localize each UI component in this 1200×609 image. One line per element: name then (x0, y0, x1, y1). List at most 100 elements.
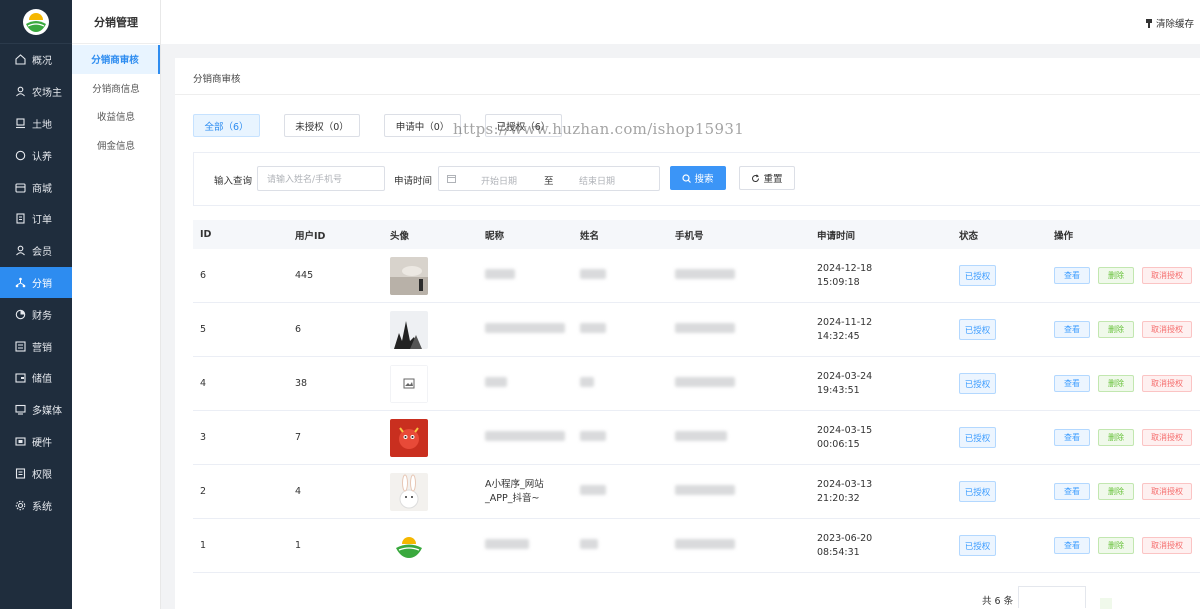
sidebar-item-marketing[interactable]: 营销 (0, 330, 72, 362)
cell-apply-time: 2023-06-20 08:54:31 (810, 532, 952, 560)
distribution-icon (15, 277, 26, 288)
nickname-text: A小程序_网站_APP_抖音~ (485, 478, 544, 504)
distributor-table: ID 用户ID 头像 昵称 姓名 手机号 申请时间 状态 操作 6 445 2024… (193, 220, 1200, 573)
start-date[interactable]: 开始日期 (481, 174, 517, 187)
cell-id: 5 (200, 324, 207, 335)
cell-status: 已授权 (952, 373, 1047, 394)
avatar[interactable] (390, 310, 428, 349)
phone-blurred (675, 485, 735, 495)
revoke-button[interactable]: 取消授权 (1142, 321, 1192, 338)
revoke-button[interactable]: 取消授权 (1142, 429, 1192, 446)
th-phone: 手机号 (675, 230, 704, 242)
sidebar-item-system[interactable]: 系统 (0, 489, 72, 521)
sidebar-item-order[interactable]: 订单 (0, 203, 72, 235)
delete-button[interactable]: 删除 (1098, 429, 1134, 446)
shop-icon (15, 182, 26, 193)
submenu-item[interactable]: 分销商信息 (72, 74, 160, 103)
cell-phone (668, 485, 810, 498)
avatar[interactable] (390, 418, 428, 457)
status-badge: 已授权 (959, 535, 996, 556)
sidebar-item-adopt[interactable]: 认养 (0, 139, 72, 171)
page-title: 分销商审核 (193, 74, 241, 85)
top-header: 清除缓存 (161, 0, 1200, 44)
view-button[interactable]: 查看 (1054, 375, 1090, 392)
sidebar-item-label: 土地 (32, 119, 52, 131)
nickname-blurred (485, 539, 529, 549)
sidebar-item-member[interactable]: 会员 (0, 235, 72, 267)
status-badge: 已授权 (959, 481, 996, 502)
revoke-button[interactable]: 取消授权 (1142, 267, 1192, 284)
pagination-next[interactable] (1100, 598, 1112, 609)
search-input[interactable]: 请输入姓名/手机号 (257, 166, 385, 191)
pagination[interactable] (1018, 586, 1086, 608)
revoke-button[interactable]: 取消授权 (1142, 375, 1192, 392)
date-range-picker[interactable]: 开始日期 至 结束日期 (438, 166, 660, 191)
sidebar-item-hardware[interactable]: 硬件 (0, 426, 72, 458)
main-sidebar: 概况 农场主土地认养 商城 订单 会员 分销 财务 营销储值多媒体硬件权限系统 (0, 0, 72, 609)
tab-all[interactable]: 全部（6） (193, 114, 260, 137)
revoke-button[interactable]: 取消授权 (1142, 483, 1192, 500)
sidebar-item-user[interactable]: 农场主 (0, 76, 72, 108)
phone-blurred (675, 377, 735, 387)
view-button[interactable]: 查看 (1054, 321, 1090, 338)
refresh-icon (752, 173, 760, 182)
sidebar-item-land[interactable]: 土地 (0, 108, 72, 140)
user-icon (15, 86, 26, 97)
logo[interactable] (0, 0, 72, 44)
revoke-button[interactable]: 取消授权 (1142, 537, 1192, 554)
sidebar-item-label: 系统 (32, 501, 52, 513)
search-button[interactable]: 搜索 (670, 166, 726, 190)
divider (175, 94, 1200, 95)
avatar[interactable] (390, 526, 428, 565)
delete-button[interactable]: 删除 (1098, 321, 1134, 338)
order-icon (15, 213, 26, 224)
delete-button[interactable]: 删除 (1098, 375, 1134, 392)
avatar[interactable] (390, 364, 428, 403)
avatar[interactable] (390, 472, 428, 511)
delete-button[interactable]: 删除 (1098, 267, 1134, 284)
th-nickname: 昵称 (485, 230, 505, 242)
delete-button[interactable]: 删除 (1098, 483, 1134, 500)
sidebar-item-label: 储值 (32, 374, 52, 386)
avatar[interactable] (390, 256, 428, 295)
cell-avatar (383, 310, 478, 349)
tab-applying[interactable]: 申请中（0） (384, 114, 461, 137)
cell-name (573, 323, 668, 336)
view-button[interactable]: 查看 (1054, 483, 1090, 500)
view-button[interactable]: 查看 (1054, 537, 1090, 554)
submenu-item[interactable]: 分销商审核 (72, 45, 160, 74)
cell-nickname (478, 323, 573, 336)
sidebar-item-media[interactable]: 多媒体 (0, 394, 72, 426)
finance-icon (15, 309, 26, 320)
total-count: 共 6 条 (982, 596, 1014, 607)
delete-button[interactable]: 删除 (1098, 537, 1134, 554)
phone-blurred (675, 323, 735, 333)
nickname-blurred (485, 269, 515, 279)
end-date[interactable]: 结束日期 (579, 174, 615, 187)
sidebar-item-wallet[interactable]: 储值 (0, 362, 72, 394)
clear-cache-button[interactable]: 清除缓存 (1145, 16, 1194, 30)
sidebar-item-label: 硬件 (32, 437, 52, 449)
cell-avatar (383, 418, 478, 457)
cell-apply-time: 2024-12-18 15:09:18 (810, 262, 952, 290)
th-id: ID (200, 229, 212, 240)
view-button[interactable]: 查看 (1054, 267, 1090, 284)
view-button[interactable]: 查看 (1054, 429, 1090, 446)
tab-authorized[interactable]: 已授权（6） (485, 114, 562, 137)
media-icon (15, 404, 26, 415)
sidebar-item-permission[interactable]: 权限 (0, 457, 72, 489)
sidebar-item-home[interactable]: 概况 (0, 44, 72, 76)
reset-button[interactable]: 重置 (739, 166, 795, 190)
filter-bar: 输入查询 请输入姓名/手机号 申请时间 开始日期 至 结束日期 搜索 重置 (193, 152, 1200, 206)
cell-avatar (383, 256, 478, 295)
submenu-item[interactable]: 佣金信息 (72, 131, 160, 160)
sidebar-item-shop[interactable]: 商城 (0, 171, 72, 203)
phone-blurred (675, 269, 735, 279)
sidebar-item-distribution[interactable]: 分销 (0, 266, 72, 299)
sidebar-item-finance[interactable]: 财务 (0, 298, 72, 330)
th-name: 姓名 (580, 230, 600, 242)
submenu-item[interactable]: 收益信息 (72, 102, 160, 131)
cell-phone (668, 269, 810, 282)
tab-unauthorized[interactable]: 未授权（0） (284, 114, 360, 137)
apply-date: 2024-03-24 (817, 370, 873, 382)
